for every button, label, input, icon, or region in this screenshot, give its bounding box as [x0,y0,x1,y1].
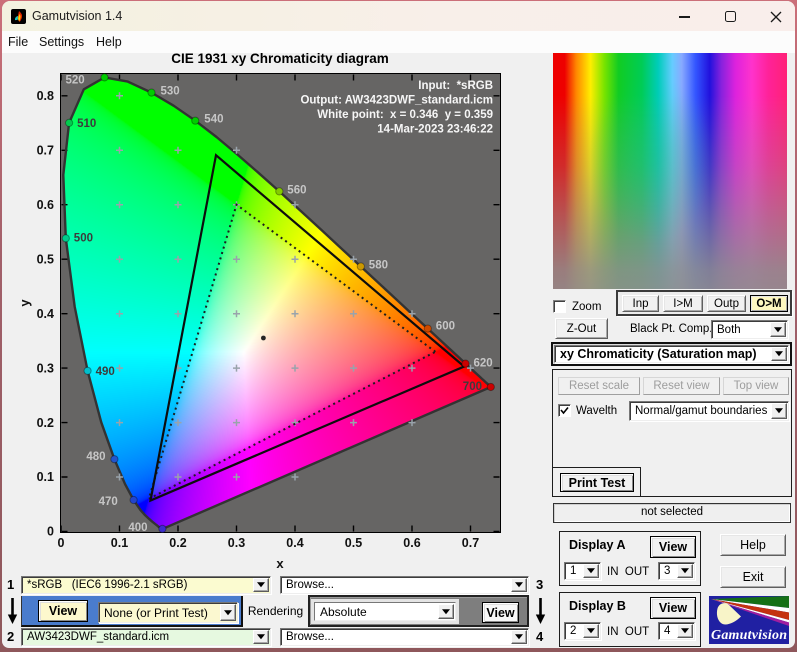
svg-text:Gamutvision: Gamutvision [711,628,787,643]
